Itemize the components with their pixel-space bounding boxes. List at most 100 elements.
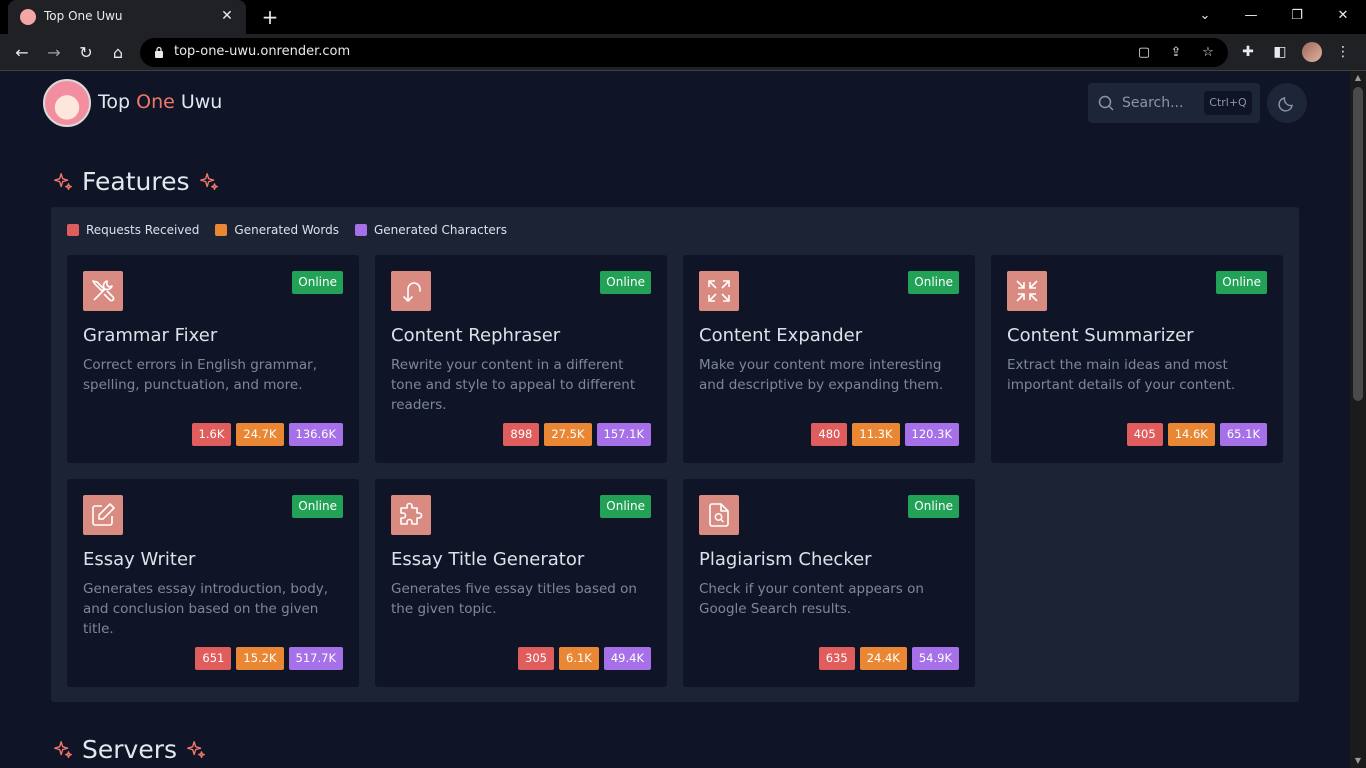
brand-word-uwu: Uwu — [180, 91, 223, 113]
feature-card-content-rephraser[interactable]: Online Content Rephraser Rewrite your co… — [375, 255, 667, 463]
search-shortcut-hint: Ctrl+Q — [1204, 91, 1252, 115]
moon-icon — [1278, 97, 1293, 112]
status-badge: Online — [600, 495, 651, 518]
stats-legend: Requests Received Generated Words Genera… — [67, 223, 507, 237]
search-input[interactable] — [1122, 93, 1212, 113]
status-badge: Online — [292, 271, 343, 294]
feature-stats: 1.6K 24.7K 136.6K — [191, 423, 343, 446]
feature-description: Rewrite your content in a different tone… — [391, 357, 636, 413]
browser-tab-strip: Top One Uwu ✕ + ⌄ — ❐ ✕ — [0, 0, 1366, 34]
feature-card-essay-writer[interactable]: Online Essay Writer Generates essay intr… — [67, 479, 359, 687]
tab-title: Top One Uwu — [44, 9, 123, 23]
side-panel-icon[interactable]: ◧ — [1270, 42, 1290, 62]
legend-swatch — [215, 224, 228, 236]
characters-count: 49.4K — [603, 647, 651, 670]
requests-count: 651 — [195, 647, 232, 670]
feature-stats: 305 6.1K 49.4K — [518, 647, 651, 670]
browser-toolbar: ← → ↻ ⌂ top-one-uwu.onrender.com ▢ ⇪ ☆ ✚… — [0, 34, 1366, 71]
requests-count: 635 — [818, 647, 855, 670]
feature-description: Make your content more interesting and d… — [699, 357, 944, 393]
feature-description: Check if your content appears on Google … — [699, 581, 924, 617]
home-icon[interactable]: ⌂ — [106, 41, 130, 65]
minimize-icon[interactable]: — — [1237, 4, 1265, 28]
feature-title: Content Summarizer — [1007, 325, 1194, 346]
logo-avatar[interactable] — [43, 79, 91, 127]
feature-title: Grammar Fixer — [83, 325, 218, 346]
puzzle-icon — [391, 495, 431, 535]
scroll-up-icon[interactable]: ▲ — [1350, 71, 1366, 85]
reload-icon[interactable]: ↻ — [74, 41, 98, 65]
words-count: 27.5K — [544, 423, 592, 446]
characters-count: 517.7K — [288, 647, 343, 670]
copy-page-icon[interactable]: ▢ — [1134, 43, 1154, 63]
tools-icon — [83, 271, 123, 311]
servers-heading: Servers — [52, 735, 207, 764]
words-count: 6.1K — [559, 647, 599, 670]
requests-count: 480 — [811, 423, 848, 446]
extensions-icon[interactable]: ✚ — [1238, 42, 1258, 62]
pencil-square-icon — [83, 495, 123, 535]
feature-description: Generates five essay titles based on the… — [391, 581, 637, 617]
characters-count: 136.6K — [288, 423, 343, 446]
forward-icon[interactable]: → — [42, 41, 66, 65]
sparkles-icon — [187, 740, 205, 758]
close-tab-icon[interactable]: ✕ — [218, 7, 236, 25]
feature-card-grammar-fixer[interactable]: Online Grammar Fixer Correct errors in E… — [67, 255, 359, 463]
bookmark-star-icon[interactable]: ☆ — [1198, 43, 1218, 63]
feature-card-plagiarism-checker[interactable]: Online Plagiarism Checker Check if your … — [683, 479, 975, 687]
window-close-icon[interactable]: ✕ — [1329, 4, 1357, 28]
feature-card-content-expander[interactable]: Online Content Expander Make your conten… — [683, 255, 975, 463]
features-heading: Features — [52, 167, 220, 196]
back-icon[interactable]: ← — [10, 41, 34, 65]
legend-label: Generated Characters — [374, 223, 507, 237]
characters-count: 157.1K — [596, 423, 651, 446]
requests-count: 1.6K — [191, 423, 232, 446]
legend-characters: Generated Characters — [355, 223, 507, 237]
legend-swatch — [355, 224, 367, 236]
sparkles-icon — [199, 172, 218, 190]
scroll-down-icon[interactable]: ▼ — [1350, 754, 1366, 768]
words-count: 24.4K — [859, 647, 907, 670]
url-text[interactable]: top-one-uwu.onrender.com — [174, 44, 350, 59]
features-panel: Requests Received Generated Words Genera… — [51, 207, 1299, 702]
feature-stats: 480 11.3K 120.3K — [811, 423, 959, 446]
brand-word-one: One — [136, 91, 175, 113]
requests-count: 305 — [518, 647, 554, 670]
tab-search-dropdown-icon[interactable]: ⌄ — [1191, 4, 1219, 28]
feature-title: Content Rephraser — [391, 325, 561, 346]
status-badge: Online — [908, 271, 959, 294]
feature-title: Essay Writer — [83, 549, 196, 570]
document-search-icon — [699, 495, 739, 535]
features-title: Features — [82, 167, 190, 196]
favicon-icon — [20, 9, 36, 25]
scroll-thumb[interactable] — [1353, 87, 1363, 401]
new-tab-icon[interactable]: + — [259, 6, 281, 28]
lock-icon — [155, 46, 163, 58]
brand-title[interactable]: Top One Uwu — [98, 91, 222, 113]
feature-card-content-summarizer[interactable]: Online Content Summarizer Extract the ma… — [991, 255, 1283, 463]
restore-icon[interactable]: ❐ — [1283, 4, 1311, 28]
characters-count: 65.1K — [1219, 423, 1267, 446]
browser-tab[interactable]: Top One Uwu ✕ — [8, 0, 246, 34]
status-badge: Online — [908, 495, 959, 518]
chrome-menu-icon[interactable]: ⋮ — [1333, 42, 1353, 62]
status-badge: Online — [600, 271, 651, 294]
words-count: 11.3K — [852, 423, 900, 446]
feature-stats: 405 14.6K 65.1K — [1126, 423, 1267, 446]
profile-avatar[interactable] — [1302, 42, 1322, 62]
search-box[interactable]: Ctrl+Q — [1088, 83, 1260, 123]
address-bar[interactable]: top-one-uwu.onrender.com ▢ ⇪ ☆ — [140, 38, 1228, 67]
words-count: 15.2K — [236, 647, 284, 670]
feature-card-essay-title-generator[interactable]: Online Essay Title Generator Generates f… — [375, 479, 667, 687]
feature-description: Generates essay introduction, body, and … — [83, 581, 329, 637]
legend-label: Generated Words — [234, 223, 339, 237]
shrink-icon — [1007, 271, 1047, 311]
share-icon[interactable]: ⇪ — [1166, 43, 1186, 63]
expand-icon — [699, 271, 739, 311]
theme-toggle-button[interactable] — [1267, 83, 1307, 123]
page-scrollbar[interactable]: ▲ ▼ — [1350, 71, 1366, 768]
servers-title: Servers — [82, 735, 178, 764]
rephrase-arrow-icon — [391, 271, 431, 311]
search-icon — [1098, 95, 1114, 111]
page-viewport: Top One Uwu Ctrl+Q Features Requests Rec… — [0, 71, 1350, 768]
